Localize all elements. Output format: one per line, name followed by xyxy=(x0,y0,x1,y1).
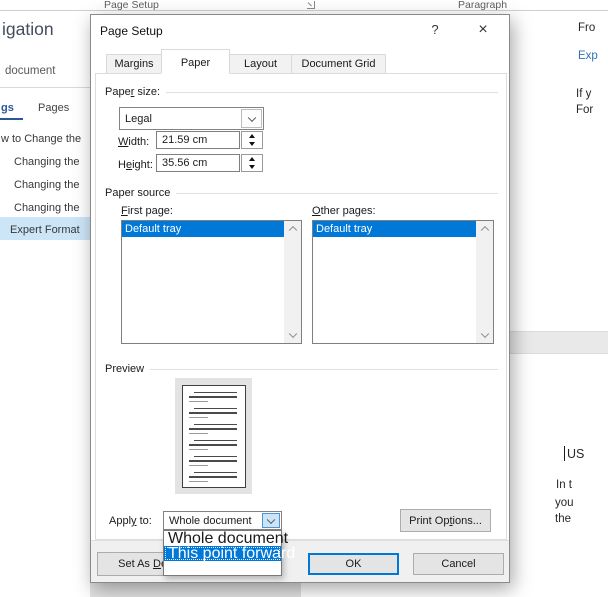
scroll-down-icon[interactable] xyxy=(476,327,493,343)
doc-text-line: In t xyxy=(556,479,572,491)
active-tab-underline xyxy=(0,118,23,120)
list-item-selected[interactable]: Default tray xyxy=(313,221,476,237)
doc-text-line: US xyxy=(567,447,584,461)
other-pages-listbox[interactable]: Default tray xyxy=(312,220,494,344)
dialog-launcher-icon[interactable] xyxy=(307,1,315,9)
nav-heading-item[interactable]: Changing the xyxy=(14,179,79,191)
scroll-up-icon[interactable] xyxy=(476,221,493,237)
word-window: Page Setup Paragraph igation document gs… xyxy=(0,0,608,597)
width-field[interactable]: 21.59 cm xyxy=(156,131,240,149)
first-page-listbox[interactable]: Default tray xyxy=(121,220,302,344)
search-box-border xyxy=(0,87,90,88)
doc-text-line: Fro xyxy=(578,22,595,34)
preview-well xyxy=(175,378,252,494)
first-page-label: First page: xyxy=(121,205,173,217)
search-document-input[interactable]: document xyxy=(5,65,56,77)
spin-down-icon[interactable] xyxy=(242,140,262,148)
chevron-down-icon[interactable] xyxy=(241,109,262,128)
spin-down-icon[interactable] xyxy=(242,163,262,171)
preview-page xyxy=(182,385,246,488)
scroll-up-icon[interactable] xyxy=(284,221,301,237)
apply-to-dropdown-list: Whole document This point forward xyxy=(163,530,282,576)
paper-size-group-header: Paper size: xyxy=(105,85,498,98)
spin-up-icon[interactable] xyxy=(242,132,262,140)
nav-heading-item[interactable]: Changing the xyxy=(14,202,79,214)
paper-source-group-header: Paper source xyxy=(105,186,498,199)
ok-button[interactable]: OK xyxy=(308,553,399,575)
navigation-pane: igation document gs Pages w to Change th… xyxy=(0,11,90,597)
height-field[interactable]: 35.56 cm xyxy=(156,154,240,172)
ribbon-group-page-setup: Page Setup xyxy=(104,0,159,11)
other-pages-label: Other pages: xyxy=(312,205,376,217)
height-stepper[interactable] xyxy=(241,154,263,172)
tab-headings[interactable]: gs xyxy=(1,102,14,114)
apply-to-select[interactable]: Whole document xyxy=(163,511,282,530)
navigation-pane-title: igation xyxy=(2,19,54,40)
page-setup-dialog: Page Setup ? × Margins Paper Layout Docu… xyxy=(90,14,510,583)
width-label: Width: xyxy=(118,136,149,148)
cancel-button[interactable]: Cancel xyxy=(413,553,504,575)
doc-text-line: the xyxy=(555,513,571,525)
width-stepper[interactable] xyxy=(241,131,263,149)
doc-text-line: If y xyxy=(576,88,591,100)
doc-heading-link: Exp xyxy=(578,50,598,62)
scrollbar[interactable] xyxy=(476,221,493,343)
dropdown-option-selected[interactable]: This point forward xyxy=(164,546,281,561)
chevron-down-icon[interactable] xyxy=(262,513,280,528)
nav-heading-item-selected[interactable]: Expert Format xyxy=(10,224,80,236)
scrollbar[interactable] xyxy=(284,221,301,343)
nav-heading-item[interactable]: Changing the xyxy=(14,156,79,168)
spin-up-icon[interactable] xyxy=(242,155,262,163)
text-cursor xyxy=(564,446,565,461)
preview-group-header: Preview xyxy=(105,362,498,375)
dropdown-option[interactable]: Whole document xyxy=(164,531,281,546)
tab-pages[interactable]: Pages xyxy=(38,102,69,114)
ribbon-group-paragraph: Paragraph xyxy=(458,0,507,11)
doc-text-line: For xyxy=(576,104,593,116)
ribbon-strip: Page Setup Paragraph xyxy=(0,0,608,11)
app-background-strip xyxy=(90,583,301,597)
apply-to-label: Apply to: xyxy=(109,515,152,527)
nav-heading-item[interactable]: w to Change the xyxy=(1,133,81,145)
print-options-button[interactable]: Print Options... xyxy=(400,509,491,532)
list-item-selected[interactable]: Default tray xyxy=(122,221,284,237)
doc-text-line: you xyxy=(555,497,574,509)
scroll-down-icon[interactable] xyxy=(284,327,301,343)
tab-paper[interactable]: Paper xyxy=(161,49,230,74)
paper-size-select[interactable]: Legal xyxy=(119,107,264,130)
height-label: Height: xyxy=(118,159,153,171)
